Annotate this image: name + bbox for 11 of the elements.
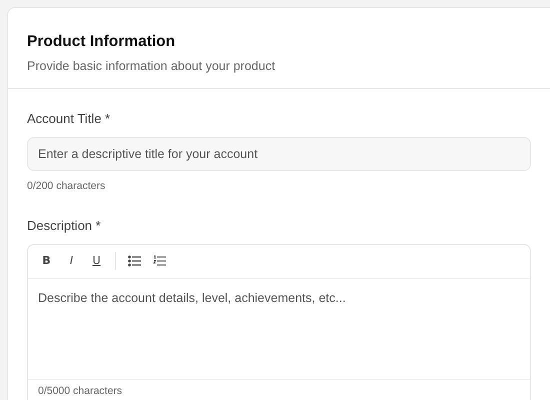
underline-button[interactable]: U	[86, 253, 107, 270]
rich-text-editor[interactable]: B I U Describe the account details, level, achievements, etc... 0/5000 characters	[27, 244, 531, 400]
field-label: Description *	[27, 217, 101, 236]
character-counter: 0/200 characters	[27, 178, 106, 194]
card-subtitle: Provide basic information about your product	[27, 58, 276, 76]
character-counter: 0/5000 characters	[38, 384, 122, 397]
field-label: Account Title *	[27, 110, 110, 128]
italic-button[interactable]: I	[61, 253, 82, 270]
card-title: Product Information	[27, 32, 176, 52]
input-field[interactable]: Enter a descriptive title for your account	[27, 136, 531, 170]
bold-button[interactable]: B	[36, 253, 57, 270]
